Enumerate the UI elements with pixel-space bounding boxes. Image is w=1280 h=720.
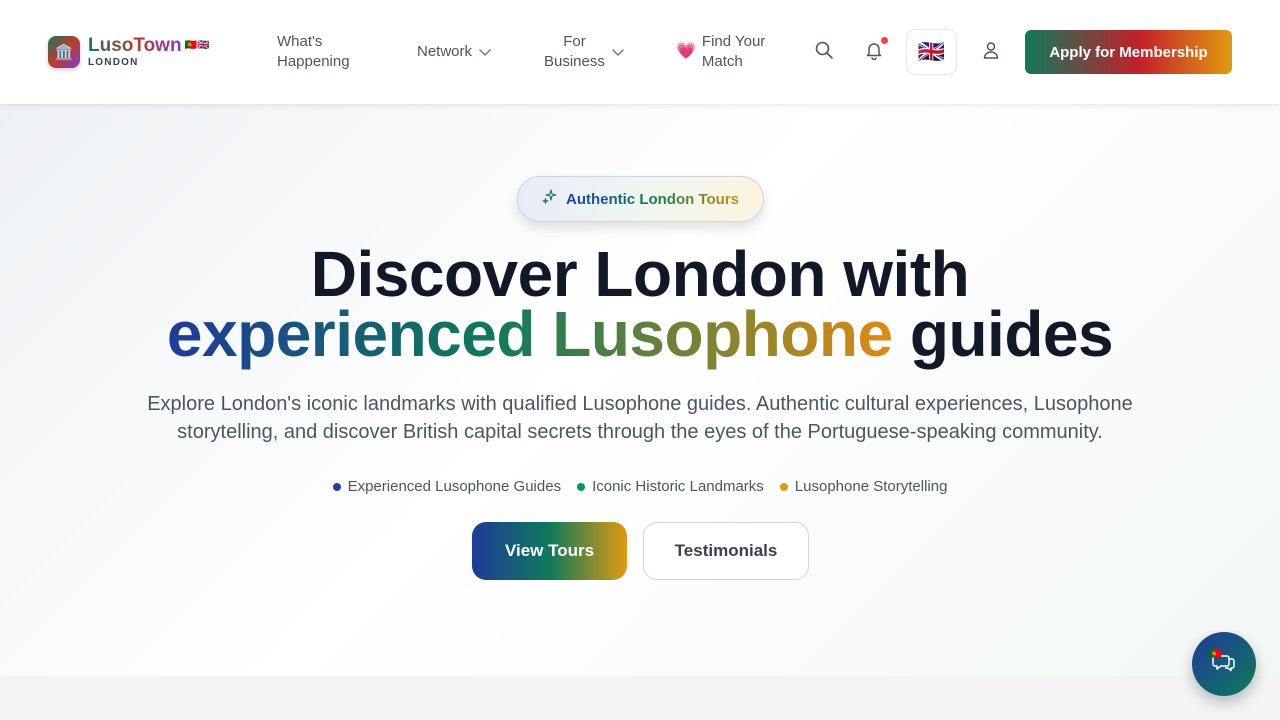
- nav-find-your-match[interactable]: 💗 Find Your Match: [676, 32, 765, 72]
- nav-find-your-match-line2: Match: [701, 53, 743, 70]
- logo-icon: 🏛️: [48, 36, 80, 68]
- notifications-button[interactable]: [855, 32, 893, 72]
- feature-item: Experienced Lusophone Guides: [332, 478, 562, 495]
- logo-name-row: LusoTown 🇵🇹🇬🇧: [88, 36, 209, 55]
- hero-title-line1: Discover London with: [310, 238, 970, 310]
- notification-badge: [880, 36, 889, 45]
- feature-item: Iconic Historic Landmarks: [577, 478, 764, 495]
- feature-dot: [577, 482, 586, 491]
- brand-subtitle: LONDON: [88, 57, 139, 68]
- hero-description: Explore London's iconic landmarks with q…: [147, 393, 1133, 443]
- feature-label: Iconic Historic Landmarks: [592, 478, 764, 495]
- uk-flag-icon: 🇬🇧: [917, 39, 946, 64]
- hero-badge: Authentic London Tours: [517, 176, 764, 222]
- view-tours-button[interactable]: View Tours: [472, 522, 627, 580]
- feature-label: Experienced Lusophone Guides: [347, 478, 562, 495]
- nav-for-business[interactable]: For Business: [544, 32, 625, 72]
- hero-features: Experienced Lusophone Guides Iconic Hist…: [0, 478, 1280, 495]
- nav-whats-happening-line2: Happening: [277, 53, 350, 70]
- apply-membership-button[interactable]: Apply for Membership: [1025, 30, 1232, 74]
- logo[interactable]: 🏛️ LusoTown 🇵🇹🇬🇧 LONDON: [48, 36, 209, 68]
- hero-title: Discover London with experienced Lusopho…: [0, 238, 1280, 366]
- testimonials-button[interactable]: Testimonials: [643, 522, 809, 580]
- nav-for-business-line2: Business: [544, 53, 605, 70]
- search-button[interactable]: [806, 34, 842, 70]
- nav-for-business-line1: For: [563, 33, 586, 50]
- chat-button[interactable]: 🇵🇹: [1192, 632, 1256, 696]
- hero-badge-label: Authentic London Tours: [565, 190, 740, 208]
- feature-dot: [332, 482, 341, 491]
- nav-find-your-match-label: Find Your Match: [702, 32, 765, 72]
- feature-label: Lusophone Storytelling: [794, 478, 948, 495]
- next-section: [0, 676, 1280, 720]
- brand-flags: 🇵🇹🇬🇧: [184, 39, 210, 51]
- site-header: 🏛️ LusoTown 🇵🇹🇬🇧 LONDON What's Happening…: [0, 0, 1280, 104]
- nav-network[interactable]: Network: [417, 42, 492, 62]
- feature-dot: [779, 482, 788, 491]
- heart-icon: 💗: [676, 43, 696, 60]
- hero-section: Authentic London Tours Discover London w…: [0, 104, 1280, 676]
- logo-emoji: 🏛️: [54, 44, 74, 61]
- nav-network-label: Network: [417, 43, 473, 60]
- nav-whats-happening-line1: What's: [277, 33, 323, 50]
- nav-whats-happening-label: What's Happening: [277, 32, 350, 72]
- brand-name: LusoTown: [88, 35, 182, 56]
- chevron-down-icon: [478, 45, 492, 59]
- nav-whats-happening[interactable]: What's Happening: [277, 32, 350, 72]
- chevron-down-icon: [611, 45, 625, 59]
- search-icon: [814, 40, 834, 65]
- account-button[interactable]: [973, 34, 1009, 70]
- feature-item: Lusophone Storytelling: [779, 478, 948, 495]
- language-selector[interactable]: 🇬🇧: [906, 29, 957, 75]
- sparkles-icon: [542, 188, 558, 210]
- portugal-flag-icon: 🇵🇹: [1209, 649, 1222, 660]
- hero-title-end: guides: [892, 298, 1114, 370]
- logo-text: LusoTown 🇵🇹🇬🇧 LONDON: [88, 36, 209, 68]
- nav-for-business-label: For Business: [544, 32, 605, 72]
- hero-title-line2: experienced Lusophone guides: [0, 302, 1280, 366]
- hero-title-highlight: experienced Lusophone: [166, 298, 893, 370]
- nav-find-your-match-line1: Find Your: [701, 33, 766, 50]
- user-icon: [981, 40, 1001, 65]
